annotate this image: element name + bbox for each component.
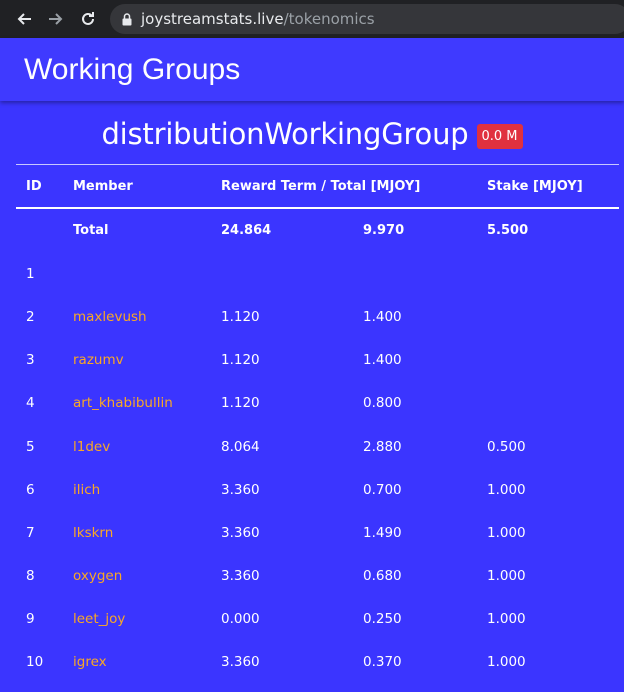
header-reward: Reward Term / Total [MJOY] bbox=[221, 178, 421, 194]
stake: 1.000 bbox=[487, 524, 526, 541]
workers-table: ID Member Reward Term / Total [MJOY] Sta… bbox=[16, 164, 619, 684]
member-link[interactable]: oxygen bbox=[73, 568, 221, 584]
worker-id: 2 bbox=[26, 308, 35, 325]
total-reward-total: 9.970 bbox=[363, 223, 405, 239]
app-header: Working Groups bbox=[0, 38, 624, 101]
total-label: Total bbox=[73, 223, 109, 239]
reward-term: 0.000 bbox=[221, 611, 260, 628]
arrow-right-icon bbox=[48, 11, 64, 27]
table-row: 1 bbox=[16, 252, 619, 295]
table-row: 9 leet_joy 0.000 0.250 1.000 bbox=[16, 598, 619, 641]
table-row: 8 oxygen 3.360 0.680 1.000 bbox=[16, 555, 619, 598]
reward-term: 1.120 bbox=[221, 308, 260, 325]
reward-term: 1.120 bbox=[221, 352, 260, 369]
total-reward-term: 24.864 bbox=[221, 223, 272, 239]
reward-term: 1.120 bbox=[221, 395, 260, 412]
reload-button[interactable] bbox=[72, 0, 104, 38]
table-row: 6 ilich 3.360 0.700 1.000 bbox=[16, 468, 619, 511]
lock-icon bbox=[122, 12, 132, 26]
group-budget-badge: 0.0 M bbox=[476, 123, 523, 149]
reward-total: 0.700 bbox=[363, 481, 402, 498]
table-row: 5 l1dev 8.064 2.880 0.500 bbox=[16, 425, 619, 468]
header-id: ID bbox=[26, 178, 42, 194]
worker-id: 6 bbox=[26, 481, 35, 498]
total-row: Total 24.864 9.970 5.500 bbox=[16, 209, 619, 252]
member-link[interactable]: ilich bbox=[73, 482, 221, 498]
member-link[interactable]: leet_joy bbox=[73, 611, 221, 627]
header-member: Member bbox=[73, 178, 133, 194]
total-stake: 5.500 bbox=[487, 223, 529, 239]
group-name: distributionWorkingGroup bbox=[101, 117, 469, 151]
member-link[interactable]: lkskrn bbox=[73, 525, 221, 541]
header-stake: Stake [MJOY] bbox=[487, 178, 583, 194]
member-link[interactable]: razumv bbox=[73, 352, 221, 368]
url-path: /tokenomics bbox=[283, 10, 375, 28]
reward-total: 1.400 bbox=[363, 308, 402, 325]
worker-id: 1 bbox=[26, 265, 35, 282]
forward-button[interactable] bbox=[40, 0, 72, 38]
arrow-left-icon bbox=[16, 11, 32, 27]
stake: 1.000 bbox=[487, 611, 526, 628]
table-header-row: ID Member Reward Term / Total [MJOY] Sta… bbox=[16, 164, 619, 209]
group-heading: distributionWorkingGroup 0.0 M bbox=[0, 112, 624, 156]
member-link[interactable]: maxlevush bbox=[73, 309, 221, 325]
table-row: 2 maxlevush 1.120 1.400 bbox=[16, 295, 619, 338]
reward-term: 3.360 bbox=[221, 481, 260, 498]
member-link[interactable]: art_khabibullin bbox=[73, 395, 221, 411]
reward-total: 0.250 bbox=[363, 611, 402, 628]
member-link[interactable]: l1dev bbox=[73, 439, 221, 455]
browser-toolbar: joystreamstats.live/tokenomics bbox=[0, 0, 624, 38]
worker-id: 10 bbox=[26, 654, 44, 671]
reward-term: 3.360 bbox=[221, 568, 260, 585]
table-row: 3 razumv 1.120 1.400 bbox=[16, 339, 619, 382]
worker-id: 5 bbox=[26, 438, 35, 455]
table-row: 7 lkskrn 3.360 1.490 1.000 bbox=[16, 511, 619, 554]
reload-icon bbox=[80, 11, 96, 27]
worker-id: 9 bbox=[26, 611, 35, 628]
address-bar[interactable]: joystreamstats.live/tokenomics bbox=[110, 4, 624, 34]
worker-id: 4 bbox=[26, 395, 35, 412]
reward-total: 0.680 bbox=[363, 568, 402, 585]
reward-term: 3.360 bbox=[221, 524, 260, 541]
reward-term: 8.064 bbox=[221, 438, 260, 455]
page-title: Working Groups bbox=[24, 52, 241, 86]
reward-total: 2.880 bbox=[363, 438, 402, 455]
table-row: 4 art_khabibullin 1.120 0.800 bbox=[16, 382, 619, 425]
reward-total: 1.490 bbox=[363, 524, 402, 541]
worker-id: 3 bbox=[26, 352, 35, 369]
url-host: joystreamstats.live bbox=[141, 10, 284, 28]
stake: 0.500 bbox=[487, 438, 526, 455]
stake: 1.000 bbox=[487, 481, 526, 498]
worker-id: 7 bbox=[26, 524, 35, 541]
worker-id: 8 bbox=[26, 568, 35, 585]
stake: 1.000 bbox=[487, 568, 526, 585]
back-button[interactable] bbox=[8, 0, 40, 38]
reward-total: 1.400 bbox=[363, 352, 402, 369]
table-row: 10 igrex 3.360 0.370 1.000 bbox=[16, 641, 619, 684]
reward-total: 0.800 bbox=[363, 395, 402, 412]
reward-term: 3.360 bbox=[221, 654, 260, 671]
stake: 1.000 bbox=[487, 654, 526, 671]
member-link[interactable]: igrex bbox=[73, 654, 221, 670]
reward-total: 0.370 bbox=[363, 654, 402, 671]
